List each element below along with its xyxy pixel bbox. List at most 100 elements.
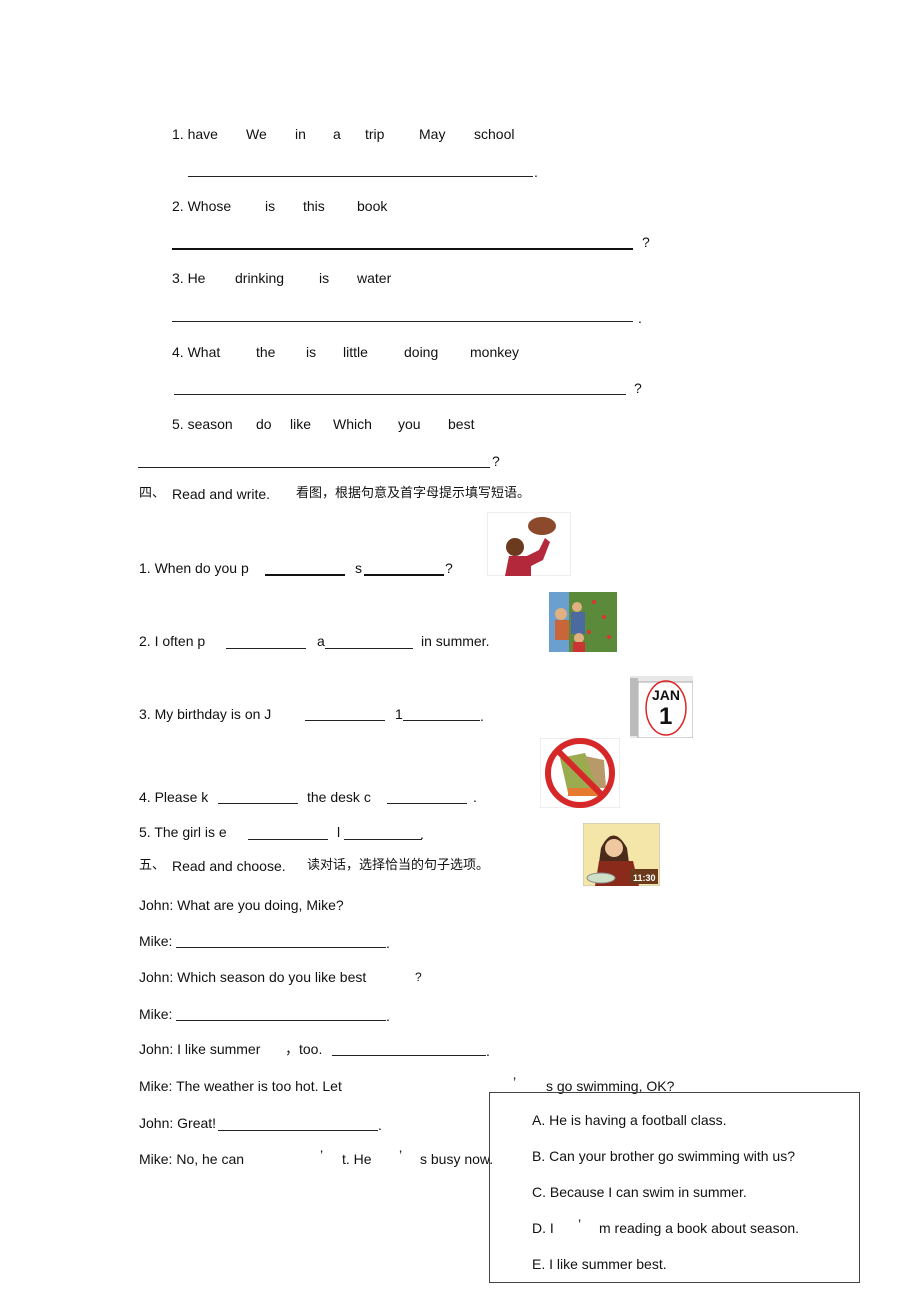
girl-eating-image: 11:30 bbox=[583, 823, 660, 886]
word: is bbox=[306, 344, 317, 360]
word: 1. have bbox=[172, 126, 218, 142]
prompt: . bbox=[473, 789, 477, 805]
section-title: Read and write. bbox=[172, 486, 271, 502]
answer-line[interactable] bbox=[364, 574, 444, 576]
word: like bbox=[290, 416, 312, 432]
dialogue-line: Mike: bbox=[139, 933, 173, 949]
text-fragment: ’ bbox=[399, 1147, 403, 1163]
end-mark: . bbox=[486, 1043, 490, 1059]
prompt: in summer. bbox=[421, 633, 490, 649]
option-e: E. I like summer best. bbox=[532, 1256, 667, 1272]
dialogue-line: Mike: bbox=[139, 1006, 173, 1022]
dialogue-line: John: I like summer bbox=[139, 1041, 261, 1057]
section-instruction: 读对话，选择恰当的句子选项。 bbox=[307, 858, 490, 873]
answer-line[interactable] bbox=[138, 467, 490, 468]
prompt: 4. Please k bbox=[139, 789, 209, 805]
answer-line[interactable] bbox=[332, 1055, 486, 1056]
word: 5. season bbox=[172, 416, 233, 432]
answer-line[interactable] bbox=[176, 1020, 386, 1021]
word: do bbox=[256, 416, 272, 432]
calendar-month: JAN bbox=[652, 687, 681, 703]
word: trip bbox=[365, 126, 385, 142]
calendar-day: 1 bbox=[659, 703, 673, 730]
text-fragment: ’ bbox=[320, 1147, 324, 1163]
word: doing bbox=[404, 344, 439, 360]
end-mark: . bbox=[386, 935, 390, 951]
word: school bbox=[474, 126, 515, 142]
answer-line[interactable] bbox=[218, 1130, 378, 1131]
word: in bbox=[295, 126, 306, 142]
prompt: 2. I often p bbox=[139, 633, 206, 649]
option-c: C. Because I can swim in summer. bbox=[532, 1184, 747, 1200]
prompt: . bbox=[420, 826, 424, 842]
calendar-image: JAN 1 bbox=[630, 676, 693, 738]
clock-time: 11:30 bbox=[633, 873, 656, 883]
prompt: 3. My birthday is on J bbox=[139, 706, 272, 722]
word: 2. Whose bbox=[172, 198, 232, 214]
prompt: l bbox=[337, 824, 341, 840]
answer-line[interactable] bbox=[218, 803, 298, 804]
end-mark: ? bbox=[642, 234, 650, 250]
prompt: s bbox=[355, 560, 362, 576]
word: is bbox=[319, 270, 330, 286]
word: this bbox=[303, 198, 325, 214]
option-a: A. He is having a football class. bbox=[532, 1112, 727, 1128]
word: 4. What bbox=[172, 344, 221, 360]
word: little bbox=[343, 344, 368, 360]
word: water bbox=[357, 270, 392, 286]
answer-line[interactable] bbox=[226, 648, 306, 649]
answer-line[interactable] bbox=[305, 720, 385, 721]
prompt: 5. The girl is e bbox=[139, 824, 227, 840]
end-mark: ? bbox=[634, 380, 642, 396]
prompt: the desk c bbox=[307, 789, 371, 805]
section-number: 四、 bbox=[139, 486, 166, 501]
dialogue-line: Mike: The weather is too hot. Let bbox=[139, 1078, 342, 1094]
apple-picking-image bbox=[549, 592, 617, 652]
answer-line[interactable] bbox=[176, 947, 386, 948]
dialogue-line: John: What are you doing, Mike? bbox=[139, 897, 344, 913]
boy-basketball-image bbox=[487, 512, 571, 576]
text-fragment: s busy now. bbox=[420, 1151, 494, 1167]
answer-line[interactable] bbox=[387, 803, 467, 804]
end-mark: . bbox=[378, 1117, 382, 1133]
text-fragment: t. He bbox=[342, 1151, 372, 1167]
prompt: a bbox=[317, 633, 325, 649]
prompt: . bbox=[480, 708, 484, 724]
word: May bbox=[419, 126, 446, 142]
answer-line[interactable] bbox=[174, 394, 626, 395]
section-instruction: 看图，根据句意及首字母提示填写短语。 bbox=[296, 486, 531, 501]
answer-line[interactable] bbox=[344, 839, 422, 840]
prompt: 1 bbox=[395, 706, 403, 722]
answer-line[interactable] bbox=[325, 648, 413, 649]
prompt: 1. When do you p bbox=[139, 560, 249, 576]
word: is bbox=[265, 198, 276, 214]
end-mark: ? bbox=[415, 970, 422, 984]
word: a bbox=[333, 126, 341, 142]
word: We bbox=[246, 126, 267, 142]
end-mark: . bbox=[638, 310, 642, 326]
answer-line[interactable] bbox=[403, 720, 480, 721]
answer-line[interactable] bbox=[265, 574, 345, 576]
answer-line[interactable] bbox=[172, 321, 633, 322]
text-fragment: ’ bbox=[513, 1074, 517, 1090]
word: monkey bbox=[470, 344, 520, 360]
option-d-apostrophe: ’ bbox=[578, 1216, 582, 1232]
section-number: 五、 bbox=[139, 858, 166, 873]
option-d-rest: m reading a book about season. bbox=[599, 1220, 800, 1236]
dialogue-line: Mike: No, he can bbox=[139, 1151, 245, 1167]
dialogue-line: John: Great! bbox=[139, 1115, 217, 1131]
word: Which bbox=[333, 416, 372, 432]
no-messy-desk-image bbox=[540, 738, 620, 808]
answer-line[interactable] bbox=[172, 248, 633, 250]
text-fragment: ，too. bbox=[285, 1041, 323, 1057]
end-mark: ? bbox=[492, 453, 500, 469]
answer-line[interactable] bbox=[188, 176, 533, 177]
end-mark: . bbox=[534, 164, 538, 180]
word: best bbox=[448, 416, 475, 432]
option-d: D. I bbox=[532, 1220, 554, 1236]
answer-line[interactable] bbox=[248, 839, 328, 840]
option-b: B. Can your brother go swimming with us? bbox=[532, 1148, 795, 1164]
dialogue-line: John: Which season do you like best bbox=[139, 969, 367, 985]
word: you bbox=[398, 416, 421, 432]
word: the bbox=[256, 344, 276, 360]
